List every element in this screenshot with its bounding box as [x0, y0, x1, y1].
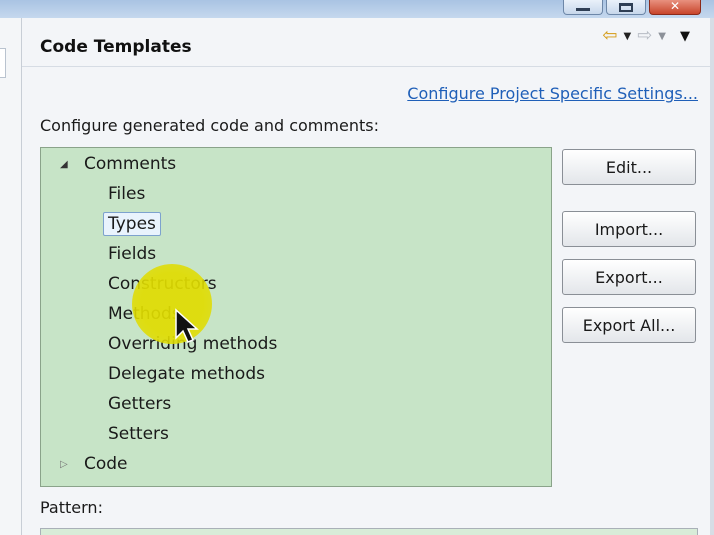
forward-arrow-icon[interactable]: ⇨ — [637, 26, 652, 46]
templates-tree[interactable]: ◢ Comments Files Types Fields Constructo… — [40, 147, 552, 487]
history-nav: ⇦ ▼ ⇨ ▼ ▼ — [602, 26, 690, 46]
left-pane-tab — [0, 48, 6, 78]
page-title: Code Templates — [40, 37, 192, 57]
tree-item-label: Overriding methods — [108, 334, 278, 354]
back-arrow-icon[interactable]: ⇦ — [602, 26, 617, 46]
tree-item-label: Setters — [108, 424, 169, 444]
tree-item[interactable]: Overriding methods — [103, 330, 282, 358]
tree-item[interactable]: Setters — [103, 420, 174, 448]
pattern-label: Pattern: — [40, 498, 103, 517]
tree-item[interactable]: Methods — [103, 300, 186, 328]
tree-node-code[interactable]: ▷ Code — [60, 450, 133, 478]
tree-item[interactable]: Getters — [103, 390, 176, 418]
window-right-border — [710, 18, 714, 535]
tree-item-selected[interactable]: Types — [103, 210, 161, 238]
export-all-button[interactable]: Export All... — [562, 307, 696, 343]
tree-item-label: Types — [103, 212, 161, 236]
close-icon: ✕ — [669, 0, 681, 13]
tree-item[interactable]: Constructors — [103, 270, 222, 298]
close-button[interactable]: ✕ — [649, 0, 701, 15]
edit-button[interactable]: Edit... — [562, 149, 696, 185]
maximize-button[interactable] — [606, 0, 646, 15]
tree-item[interactable]: Fields — [103, 240, 161, 268]
tree-item-label: Files — [108, 184, 146, 204]
minimize-icon — [576, 3, 590, 11]
tree-item-label: Delegate methods — [108, 364, 265, 384]
tree-item-label: Getters — [108, 394, 172, 414]
window-titlebar: ✕ — [0, 0, 714, 18]
preference-page: Code Templates ⇦ ▼ ⇨ ▼ ▼ Configure Proje… — [22, 18, 714, 535]
import-button[interactable]: Import... — [562, 211, 696, 247]
tree-item[interactable]: Delegate methods — [103, 360, 270, 388]
tree-item-label: Constructors — [108, 274, 217, 294]
tree-item-label: Fields — [108, 244, 157, 264]
header-divider — [22, 66, 714, 67]
collapsed-triangle-icon[interactable]: ▷ — [60, 459, 68, 470]
tree-node-label: Comments — [84, 154, 177, 174]
view-menu-icon[interactable]: ▼ — [680, 29, 690, 44]
minimize-button[interactable] — [563, 0, 603, 15]
expanded-triangle-icon[interactable]: ◢ — [60, 159, 68, 170]
left-pane-edge — [0, 18, 22, 535]
page-description: Configure generated code and comments: — [40, 116, 379, 135]
maximize-icon — [619, 3, 633, 12]
tree-item-label: Methods — [108, 304, 181, 324]
tree-item[interactable]: Files — [103, 180, 150, 208]
forward-dropdown-icon[interactable]: ▼ — [658, 31, 666, 42]
tree-node-comments[interactable]: ◢ Comments — [60, 150, 181, 178]
pattern-editor[interactable] — [40, 528, 698, 535]
configure-project-settings-link[interactable]: Configure Project Specific Settings... — [407, 84, 698, 103]
back-dropdown-icon[interactable]: ▼ — [624, 31, 632, 42]
tree-node-label: Code — [84, 454, 128, 474]
export-button[interactable]: Export... — [562, 259, 696, 295]
